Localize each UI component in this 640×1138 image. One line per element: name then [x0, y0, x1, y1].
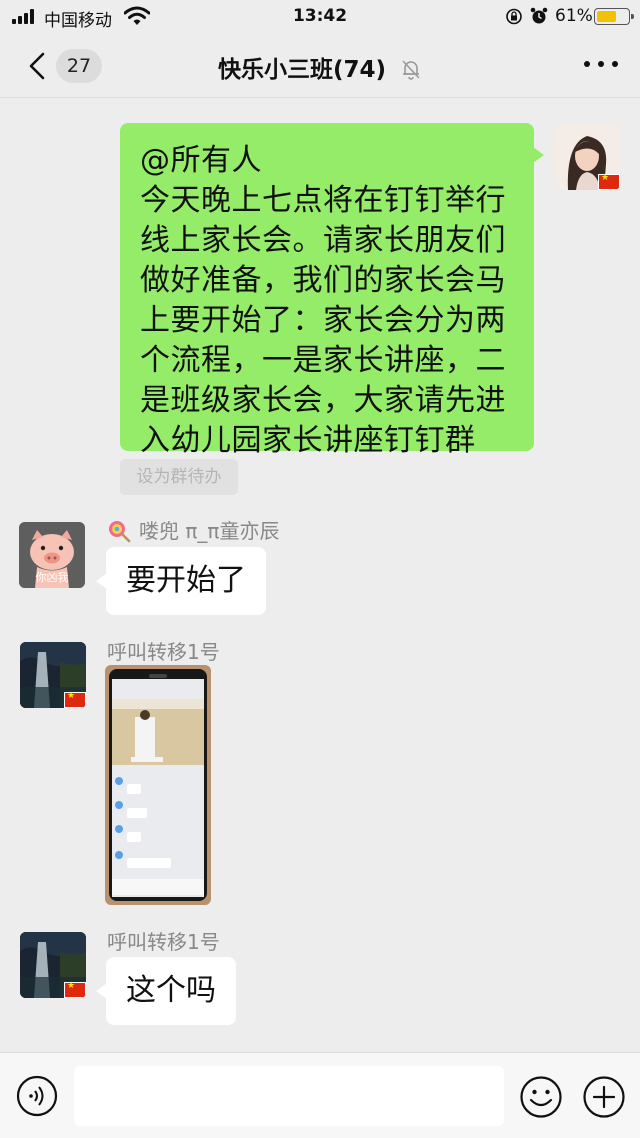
- message-bubble-other[interactable]: 要开始了: [96, 547, 266, 615]
- battery-percent: 61%: [555, 6, 593, 26]
- mute-bell-icon: [402, 60, 420, 80]
- message-line: 个流程，一是家长讲座，二: [140, 343, 506, 378]
- message-line: 上要开始了：家长会分为两: [140, 303, 506, 338]
- avatar-caption: 你凶我: [35, 571, 69, 584]
- message-line: 做好准备，我们的家长会马: [140, 263, 506, 298]
- sender-name-row: 喽兜 π_π童亦辰: [107, 515, 279, 544]
- sender-name: 呼叫转移1号: [107, 930, 220, 954]
- message-line: 入幼儿园家长讲座钉钉群: [140, 423, 476, 458]
- sender-avatar[interactable]: [20, 642, 86, 708]
- message-line: @所有人: [140, 143, 262, 178]
- plus-icon[interactable]: [582, 1075, 626, 1119]
- input-bar: [0, 1052, 640, 1138]
- my-avatar[interactable]: [554, 124, 620, 190]
- message-input[interactable]: [74, 1066, 504, 1126]
- status-bar: 中国移动 13:42 61%: [0, 0, 640, 34]
- message-line: 线上家长会。请家长朋友们: [140, 223, 506, 258]
- message-bubble-other[interactable]: 这个吗: [96, 957, 236, 1025]
- chat-title: 快乐小三班(74): [217, 57, 386, 83]
- orientation-lock-icon: [506, 8, 522, 25]
- message-bubble-self[interactable]: @所有人 今天晚上七点将在钉钉举行 线上家长会。请家长朋友们 做好准备，我们的家…: [120, 123, 544, 458]
- message-line: 是班级家长会，大家请先进: [140, 383, 506, 418]
- sender-name: 喽兜 π_π童亦辰: [139, 519, 280, 543]
- china-flag-icon: [598, 173, 620, 190]
- sender-avatar[interactable]: [20, 932, 86, 998]
- china-flag-icon: [64, 691, 86, 708]
- emoji-icon[interactable]: [519, 1075, 563, 1119]
- alarm-icon: [530, 7, 548, 24]
- lollipop-icon: [109, 521, 131, 543]
- voice-icon[interactable]: [16, 1075, 58, 1117]
- china-flag-icon: [64, 981, 86, 998]
- more-icon[interactable]: [584, 61, 618, 69]
- set-group-todo-tag[interactable]: 设为群待办: [120, 459, 238, 495]
- phone-screenshot-image: [105, 665, 211, 905]
- chat-title-wrap[interactable]: 快乐小三班(74): [0, 50, 640, 84]
- sender-name: 呼叫转移1号: [107, 640, 220, 664]
- sender-avatar[interactable]: 你凶我: [19, 522, 85, 588]
- image-message[interactable]: [105, 665, 211, 905]
- message-line: 今天晚上七点将在钉钉举行: [140, 183, 506, 218]
- battery-level: [597, 11, 616, 22]
- chat-header: 27 快乐小三班(74): [0, 34, 640, 98]
- battery-icon: [594, 8, 634, 25]
